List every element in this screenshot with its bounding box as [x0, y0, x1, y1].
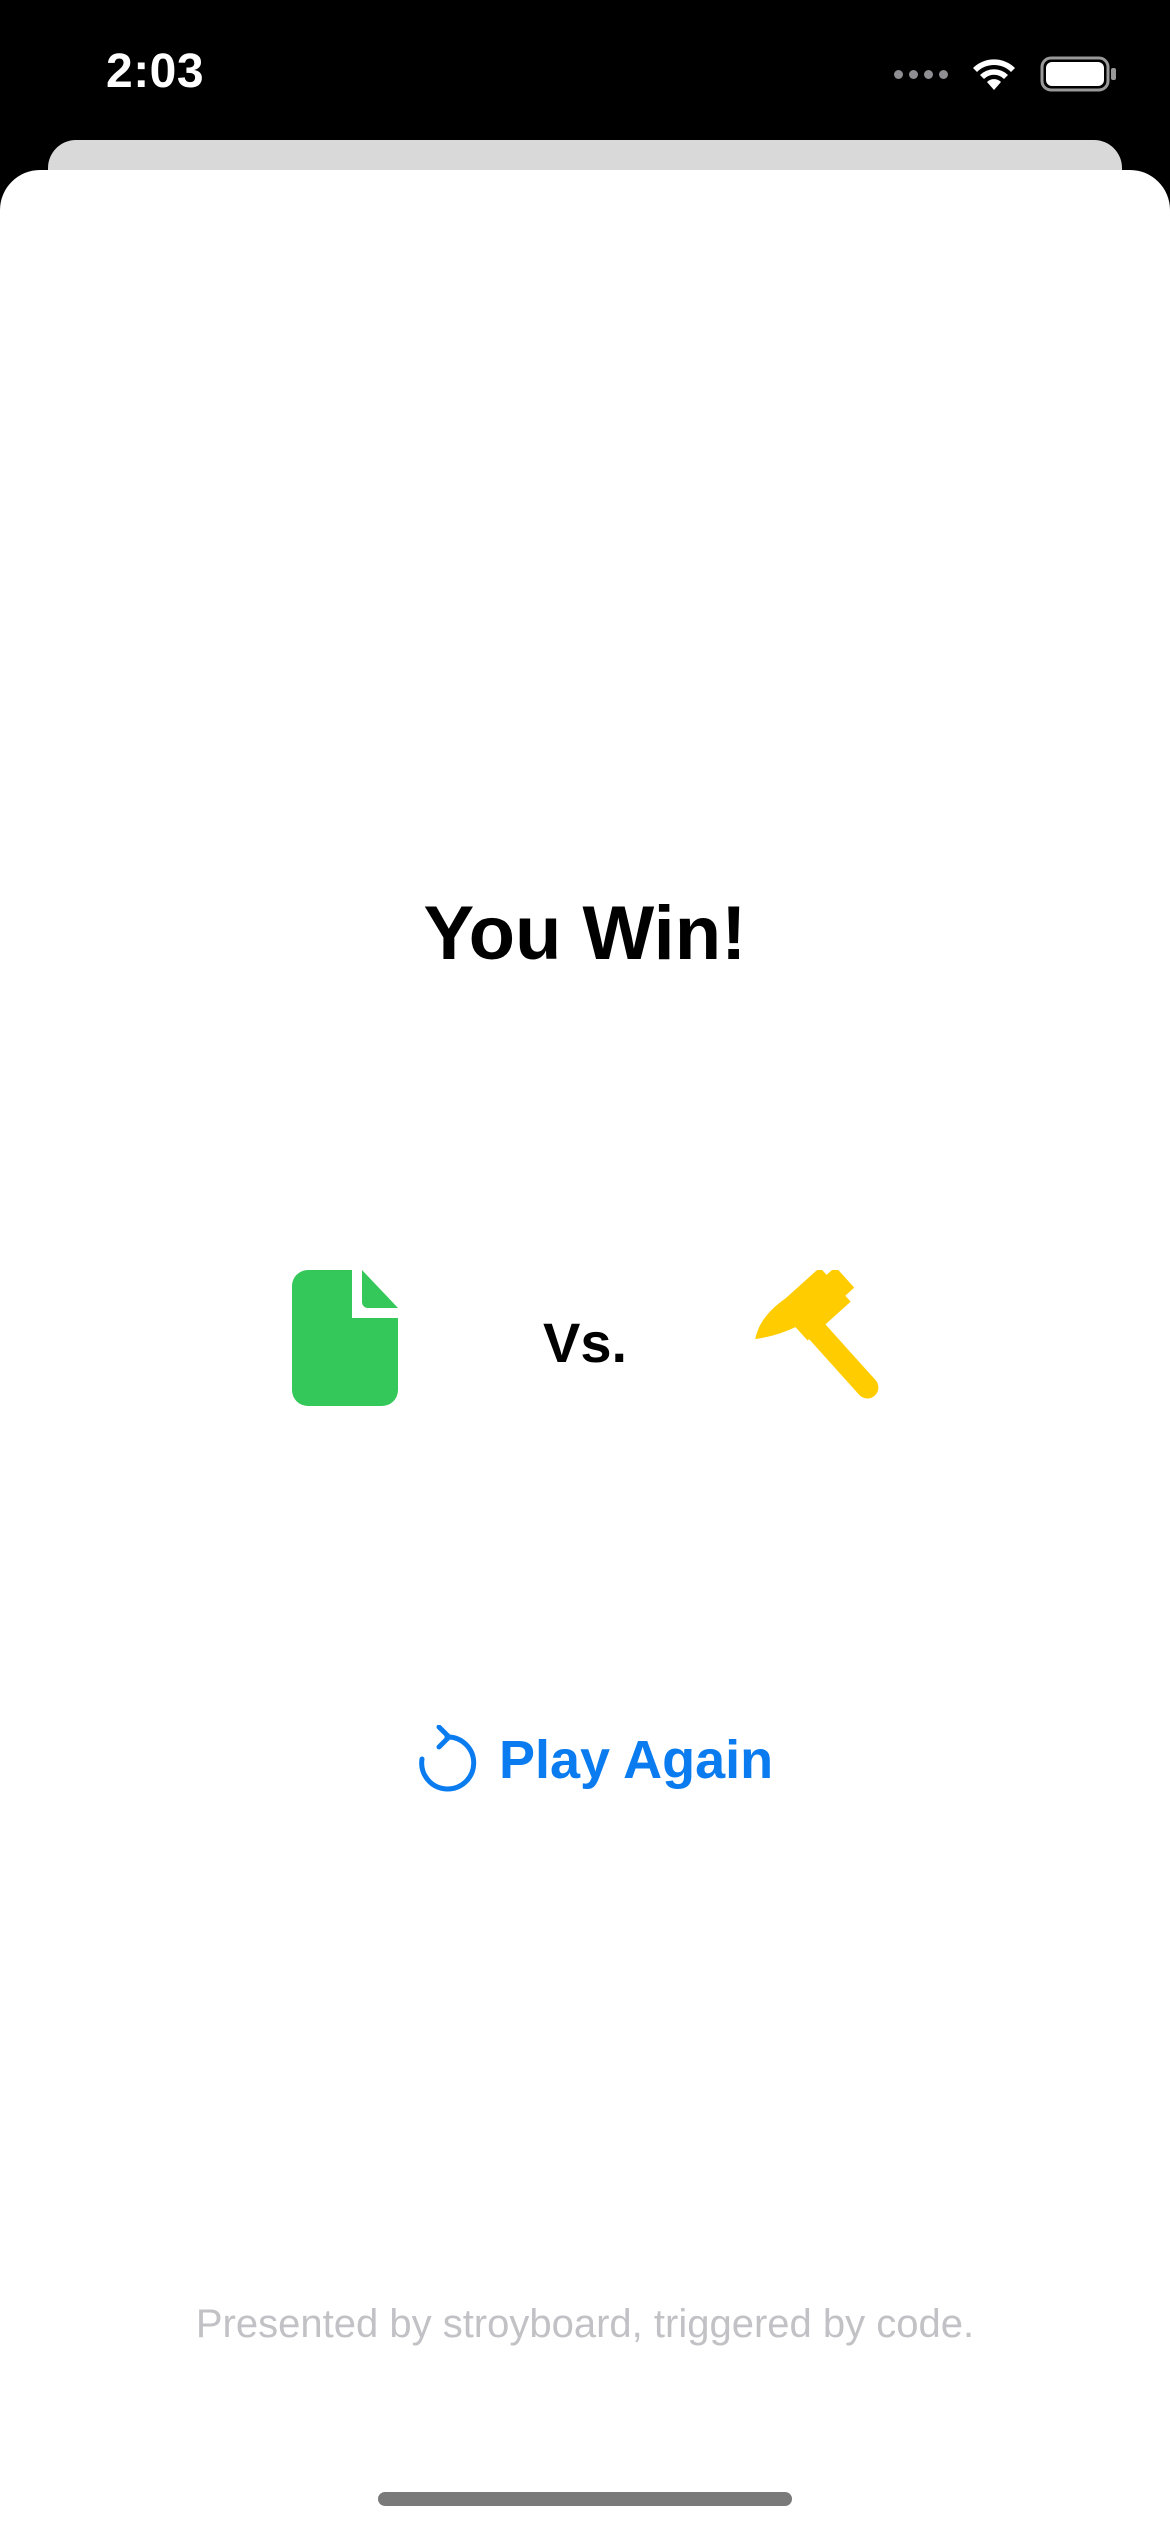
play-again-button[interactable]: Play Again [415, 1720, 773, 1800]
status-bar: 2:03 [0, 0, 1170, 140]
status-icons [894, 52, 1118, 96]
result-title: You Win! [423, 891, 747, 976]
modal-sheet: You Win! Vs. Play Again Presented by str… [0, 170, 1170, 2532]
footer-note: Presented by stroyboard, triggered by co… [195, 2302, 975, 2346]
cellular-signal-icon [894, 69, 948, 79]
hammer-icon [755, 1270, 879, 1399]
wifi-icon [973, 59, 1015, 90]
document-icon [292, 1270, 398, 1406]
refresh-icon [419, 1725, 477, 1792]
battery-icon [1040, 56, 1116, 92]
matchup-row: Vs. [0, 1270, 1170, 1420]
app-screen: 2:03 You Win! Vs. Play Again Presented b… [0, 0, 1170, 2532]
vs-label: Vs. [542, 1311, 628, 1374]
play-again-label: Play Again [499, 1730, 774, 1790]
status-time: 2:03 [106, 45, 205, 98]
home-indicator[interactable] [378, 2492, 792, 2506]
